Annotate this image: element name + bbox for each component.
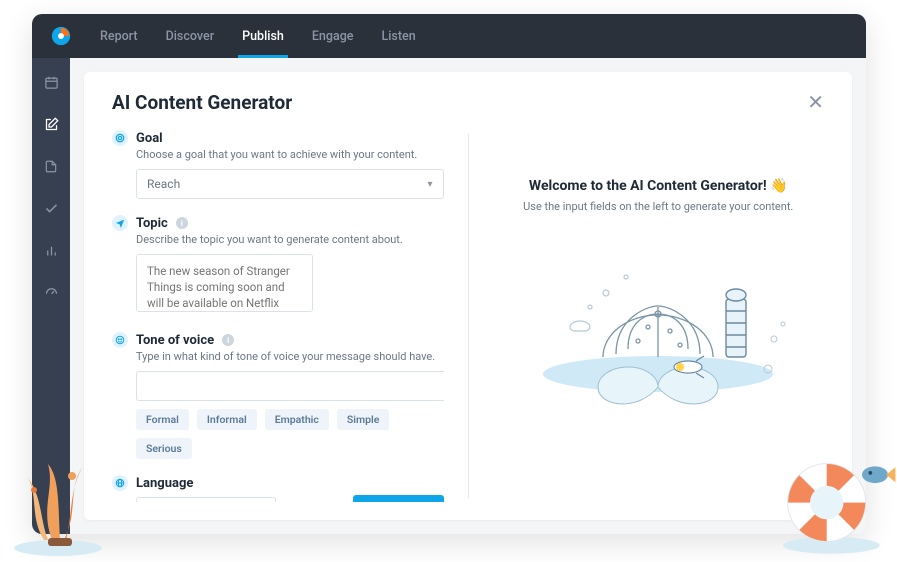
generate-button[interactable]: Generate (353, 495, 443, 502)
chevron-down-icon: ▾ (427, 179, 432, 190)
language-icon (112, 475, 128, 491)
tone-chip-informal[interactable]: Informal (197, 409, 257, 430)
goal-field: Goal Choose a goal that you want to achi… (112, 130, 444, 199)
language-select[interactable]: English ▾ (136, 497, 276, 502)
info-icon[interactable]: i (176, 217, 188, 229)
gauge-icon[interactable] (39, 280, 63, 304)
topic-field: Topic i Describe the topic you want to g… (112, 215, 444, 316)
brand-logo[interactable] (50, 25, 72, 47)
tone-chip-formal[interactable]: Formal (136, 409, 189, 430)
nav-publish[interactable]: Publish (242, 14, 284, 58)
nav-report[interactable]: Report (100, 14, 138, 58)
calendar-icon[interactable] (39, 70, 63, 94)
goal-icon (112, 130, 128, 146)
left-iconbar (32, 58, 70, 534)
goal-label: Goal (136, 131, 163, 146)
goal-select[interactable]: Reach ▾ (136, 169, 444, 199)
tone-field: Tone of voice i Type in what kind of ton… (112, 332, 444, 459)
tone-input[interactable] (136, 371, 444, 401)
panel-title: AI Content Generator (112, 91, 292, 114)
top-nav: Report Discover Publish Engage Listen (32, 14, 866, 58)
language-field: Language English ▾ (112, 475, 341, 502)
close-icon[interactable]: ✕ (807, 90, 824, 114)
nav-discover[interactable]: Discover (166, 14, 215, 58)
compose-icon[interactable] (39, 112, 63, 136)
language-label: Language (136, 476, 193, 491)
topic-desc: Describe the topic you want to generate … (136, 233, 444, 246)
nav-engage[interactable]: Engage (312, 14, 354, 58)
tone-chip-empathic[interactable]: Empathic (265, 409, 329, 430)
document-icon[interactable] (39, 154, 63, 178)
welcome-title: Welcome to the AI Content Generator! 👋 (529, 178, 788, 194)
welcome-subtitle: Use the input fields on the left to gene… (523, 200, 793, 213)
goal-desc: Choose a goal that you want to achieve w… (136, 148, 444, 161)
tone-chip-serious[interactable]: Serious (136, 438, 192, 459)
analytics-icon[interactable] (39, 238, 63, 262)
nav-listen[interactable]: Listen (381, 14, 415, 58)
info-icon[interactable]: i (222, 334, 234, 346)
goal-select-value: Reach (147, 177, 180, 191)
preview-column: Welcome to the AI Content Generator! 👋 U… (493, 130, 825, 502)
tone-icon (112, 332, 128, 348)
tone-label: Tone of voice (136, 333, 214, 348)
check-icon[interactable] (39, 196, 63, 220)
tone-chip-simple[interactable]: Simple (337, 409, 390, 430)
ai-content-generator-panel: AI Content Generator ✕ Goal Choose (84, 72, 852, 520)
welcome-illustration (508, 229, 808, 409)
vertical-divider (468, 134, 469, 498)
topic-textarea[interactable] (136, 254, 313, 312)
topic-label: Topic (136, 216, 168, 231)
tone-desc: Type in what kind of tone of voice your … (136, 350, 444, 363)
topic-icon (112, 215, 128, 231)
